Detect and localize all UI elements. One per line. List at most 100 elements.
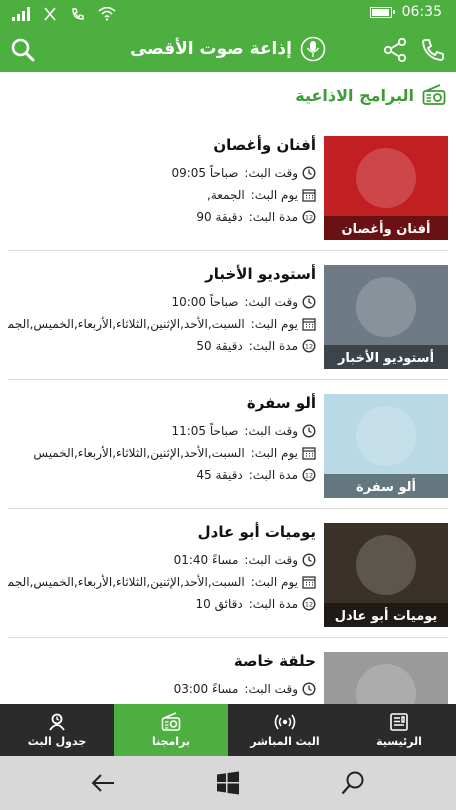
broadcast-duration-row: 12 مدة البث: دقيقة 45 xyxy=(8,464,316,486)
thumbnail-caption: أستوديو الأخبار xyxy=(337,349,434,366)
wifi-icon xyxy=(98,7,116,21)
day-value: السبت,الأحد,الإثنين,الثلاثاء,الأربعاء,ال… xyxy=(33,446,245,460)
program-item[interactable]: أفنان وأغصان أفنان وأغصان وقت البث: صباحا… xyxy=(8,122,448,251)
microphone-logo-icon xyxy=(300,36,326,62)
duration-value: دقيقة 50 xyxy=(196,339,243,353)
duration-label: مدة البث: xyxy=(248,210,298,224)
calendar-icon xyxy=(302,318,316,331)
svg-text:12: 12 xyxy=(305,471,313,479)
no-sim-icon xyxy=(44,7,56,21)
day-value: السبت,الأحد,الإثنين,الثلاثاء,الأربعاء,ال… xyxy=(8,317,245,331)
duration-value: دقيقة 45 xyxy=(196,468,243,482)
time-label: وقت البث: xyxy=(244,682,298,696)
home-icon xyxy=(390,713,408,731)
schedule-icon xyxy=(49,713,65,731)
program-thumbnail: أستوديو الأخبار xyxy=(324,265,448,369)
program-name: حلقة خاصة xyxy=(233,652,316,670)
nav-live[interactable]: البث المباشر xyxy=(228,704,342,756)
svg-text:12: 12 xyxy=(305,600,313,608)
calendar-icon xyxy=(302,576,316,589)
day-label: يوم البث: xyxy=(250,575,298,589)
program-info: يوميات أبو عادل وقت البث: مساءً 01:40 يوم… xyxy=(8,523,316,615)
status-bar: 06:35 xyxy=(0,0,456,28)
thumbnail-caption: أفنان وأغصان xyxy=(342,220,431,237)
duration-label: مدة البث: xyxy=(248,468,298,482)
radio-icon xyxy=(422,84,446,105)
program-info: أفنان وأغصان وقت البث: صباحاً 09:05 يوم ا… xyxy=(8,136,316,228)
duration-icon: 12 xyxy=(302,597,316,611)
system-nav-bar xyxy=(0,756,456,810)
duration-value: دقائق 10 xyxy=(195,597,243,611)
time-value: مساءً 01:40 xyxy=(173,553,239,567)
duration-icon: 12 xyxy=(302,210,316,224)
bottom-nav: جدول البث برامجنا البث المباشر الرئيسية xyxy=(0,704,456,756)
program-item[interactable]: ألو سفرة ألو سفرة وقت البث: صباحاً 11:05 … xyxy=(8,380,448,509)
nav-programs-label: برامجنا xyxy=(151,735,191,748)
broadcast-day-row: يوم البث: السبت,الأحد,الإثنين,الثلاثاء,ال… xyxy=(8,571,316,593)
back-arrow-icon[interactable] xyxy=(90,770,116,796)
time-label: وقت البث: xyxy=(244,295,298,309)
section-header: البرامج الاذاعية xyxy=(295,84,446,106)
signal-icon xyxy=(12,7,30,21)
program-info: حلقة خاصة وقت البث:مساءً 03:00 يوم البث:… xyxy=(8,652,316,704)
program-name: ألو سفرة xyxy=(246,394,316,412)
program-thumbnail: يوميات أبو عادل xyxy=(324,523,448,627)
program-info: أستوديو الأخبار وقت البث: صباحاً 10:00 يو… xyxy=(8,265,316,357)
broadcast-duration-row: 12 مدة البث: دقيقة 50 xyxy=(8,335,316,357)
clock-icon xyxy=(302,295,316,309)
nav-schedule[interactable]: جدول البث xyxy=(0,704,114,756)
time-value: صباحاً 11:05 xyxy=(171,424,239,438)
share-icon[interactable] xyxy=(382,37,408,63)
nav-schedule-label: جدول البث xyxy=(27,735,87,748)
program-list: أفنان وأغصان أفنان وأغصان وقت البث: صباحا… xyxy=(0,122,456,704)
section-title: البرامج الاذاعية xyxy=(295,85,414,105)
program-thumbnail: ألو سفرة xyxy=(324,394,448,498)
duration-icon: 12 xyxy=(302,468,316,482)
time-value: صباحاً 10:00 xyxy=(171,295,239,309)
day-value: الجمعة, xyxy=(207,188,245,202)
duration-value: دقيقة 90 xyxy=(196,210,243,224)
time-value: مساءً 03:00 xyxy=(173,682,239,696)
clock-icon xyxy=(302,166,316,180)
time-label: وقت البث: xyxy=(244,166,298,180)
broadcast-time-row: وقت البث: صباحاً 09:05 xyxy=(8,162,316,184)
calendar-icon xyxy=(302,447,316,460)
nav-home-label: الرئيسية xyxy=(376,735,422,748)
day-label: يوم البث: xyxy=(250,188,298,202)
search-icon[interactable] xyxy=(340,770,366,796)
thumbnail-caption: ألو سفرة xyxy=(356,478,416,495)
calendar-icon xyxy=(302,189,316,202)
app-header: إذاعة صوت الأقصى xyxy=(0,28,456,72)
time-value: صباحاً 09:05 xyxy=(171,166,239,180)
phone-icon[interactable] xyxy=(420,37,446,63)
nav-home[interactable]: الرئيسية xyxy=(342,704,456,756)
duration-label: مدة البث: xyxy=(248,597,298,611)
duration-label: مدة البث: xyxy=(248,339,298,353)
program-item[interactable]: حلقة خاصة وقت البث:مساءً 03:00 يوم البث:… xyxy=(8,638,448,704)
clock: 06:35 xyxy=(401,4,442,20)
program-thumbnail xyxy=(324,652,448,704)
wifi-calling-icon xyxy=(72,8,84,20)
clock-icon xyxy=(302,553,316,567)
svg-text:12: 12 xyxy=(305,342,313,350)
program-item[interactable]: يوميات أبو عادل يوميات أبو عادل وقت البث… xyxy=(8,509,448,638)
time-label: وقت البث: xyxy=(244,553,298,567)
program-thumbnail: أفنان وأغصان xyxy=(324,136,448,240)
battery-icon xyxy=(369,6,395,18)
day-value: السبت,الأحد,الإثنين,الثلاثاء,الأربعاء,ال… xyxy=(8,575,245,589)
program-name: أفنان وأغصان xyxy=(213,136,316,154)
clock-icon xyxy=(302,424,316,438)
program-info: ألو سفرة وقت البث: صباحاً 11:05 يوم البث:… xyxy=(8,394,316,486)
broadcast-time-row: وقت البث: صباحاً 10:00 xyxy=(8,291,316,313)
day-label: يوم البث: xyxy=(250,446,298,460)
thumbnail-caption: يوميات أبو عادل xyxy=(335,607,438,624)
nav-programs[interactable]: برامجنا xyxy=(114,704,228,756)
broadcast-icon xyxy=(274,714,296,730)
nav-live-label: البث المباشر xyxy=(250,735,320,748)
windows-logo-icon[interactable] xyxy=(215,770,241,796)
broadcast-duration-row: 12 مدة البث: دقيقة 90 xyxy=(8,206,316,228)
time-label: وقت البث: xyxy=(244,424,298,438)
program-item[interactable]: أستوديو الأخبار أستوديو الأخبار وقت البث… xyxy=(8,251,448,380)
broadcast-time-row: وقت البث: صباحاً 11:05 xyxy=(8,420,316,442)
program-name: أستوديو الأخبار xyxy=(205,265,316,283)
